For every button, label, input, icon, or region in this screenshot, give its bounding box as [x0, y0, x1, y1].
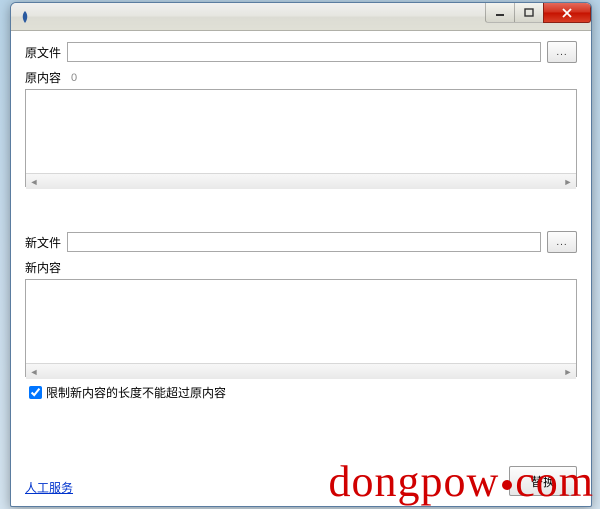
- limit-length-checkbox[interactable]: [29, 386, 42, 399]
- browse-new-button[interactable]: ...: [547, 231, 577, 253]
- original-content-box: ◄ ►: [25, 89, 577, 187]
- new-file-label: 新文件: [25, 234, 67, 251]
- new-content-scrollbar[interactable]: ◄ ►: [26, 363, 576, 379]
- original-content-textarea[interactable]: [26, 90, 576, 170]
- original-content-count: 0: [71, 72, 77, 84]
- scroll-left-icon[interactable]: ◄: [26, 364, 42, 379]
- client-area: 原文件 ... 原内容 0 ◄ ► 新文件 ... 新内容 ◄: [11, 31, 591, 506]
- maximize-button[interactable]: [514, 3, 544, 23]
- title-bar[interactable]: [11, 3, 591, 31]
- original-content-label: 原内容: [25, 69, 67, 86]
- limit-length-label: 限制新内容的长度不能超过原内容: [46, 384, 226, 401]
- replace-button[interactable]: 替换: [509, 466, 577, 496]
- app-icon: [17, 9, 33, 25]
- app-window: 原文件 ... 原内容 0 ◄ ► 新文件 ... 新内容 ◄: [10, 2, 592, 507]
- new-content-box: ◄ ►: [25, 279, 577, 377]
- close-button[interactable]: [543, 3, 591, 23]
- scroll-right-icon[interactable]: ►: [560, 174, 576, 189]
- new-content-textarea[interactable]: [26, 280, 576, 360]
- scroll-right-icon[interactable]: ►: [560, 364, 576, 379]
- window-controls: [486, 3, 591, 23]
- browse-original-button[interactable]: ...: [547, 41, 577, 63]
- original-file-label: 原文件: [25, 44, 67, 61]
- new-file-input[interactable]: [67, 232, 541, 252]
- scroll-left-icon[interactable]: ◄: [26, 174, 42, 189]
- original-file-input[interactable]: [67, 42, 541, 62]
- original-content-scrollbar[interactable]: ◄ ►: [26, 173, 576, 189]
- minimize-button[interactable]: [485, 3, 515, 23]
- manual-service-link[interactable]: 人工服务: [25, 479, 73, 496]
- new-content-label: 新内容: [25, 259, 67, 276]
